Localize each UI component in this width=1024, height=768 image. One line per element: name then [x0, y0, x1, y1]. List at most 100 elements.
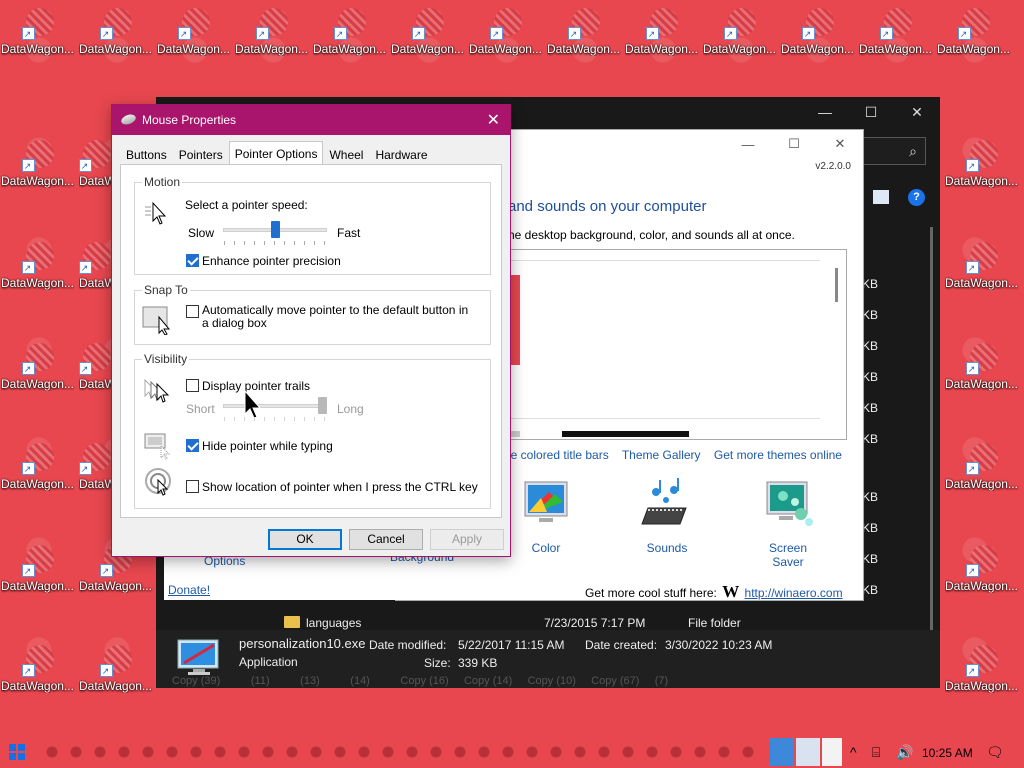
tray-chevron-icon[interactable]: ^	[850, 744, 857, 760]
enhance-precision-checkbox[interactable]	[186, 254, 199, 267]
desktop-icon[interactable]: ↗ DataWagon... (26)	[1, 443, 75, 491]
desktop-icon[interactable]: ↗ DataWagon... (26)	[1, 645, 75, 693]
date-created-label: Date created:	[585, 638, 658, 652]
desktop-icon[interactable]: ↗ DataWagon... (8)	[781, 8, 855, 56]
tab-wheel[interactable]: Wheel	[323, 143, 369, 165]
desktop-icon[interactable]: ↗ DataWagon... - Copy (87)	[945, 443, 1019, 491]
search-box[interactable]: ⌕	[858, 137, 926, 165]
desktop-icon[interactable]: ↗ DataWagon... - Copy (64)	[469, 8, 543, 56]
theme-gallery-link[interactable]: Theme Gallery	[622, 448, 701, 462]
network-icon[interactable]: ⌸	[872, 744, 880, 761]
taskbar-clock[interactable]: 10:25 AM	[922, 746, 973, 760]
snap-to-checkbox[interactable]	[186, 305, 199, 318]
shortcut-icon: ↗	[22, 343, 54, 375]
desktop-icon[interactable]: ↗ DataWagon... - Copy (50)	[157, 8, 231, 56]
version-label: v2.2.0.0	[815, 161, 851, 172]
file-size: KB	[862, 401, 879, 415]
minimize-button[interactable]: —	[725, 130, 771, 158]
cancel-button[interactable]: Cancel	[349, 529, 423, 550]
pointer-speed-icon	[145, 201, 167, 225]
motion-label: Motion	[142, 175, 183, 189]
notification-icon[interactable]: 🗨	[986, 744, 1004, 761]
desktop-icon[interactable]: ↗ DataWa... (	[79, 242, 111, 290]
desktop-icon[interactable]: ↗ DataWagon... - Copy (44)	[1, 242, 75, 290]
enhance-precision-label[interactable]: Enhance pointer precision	[202, 254, 341, 268]
preview-scrollbar[interactable]	[835, 268, 838, 302]
desktop-icon[interactable]: ↗ DataWagon... (20)	[79, 645, 153, 693]
shortcut-icon: ↗	[79, 443, 111, 475]
desktop-icon[interactable]: ↗ DataWagon... (3)	[945, 645, 1019, 693]
desktop-icon-label: DataWagon... (6)	[859, 42, 933, 56]
sounds-icon	[641, 478, 687, 525]
scrollbar[interactable]	[930, 227, 933, 637]
slow-label: Slow	[188, 226, 215, 240]
desktop-icon[interactable]: ↗ DataWagon... - Copy (45)	[1, 343, 75, 391]
desktop-icon[interactable]: ↗ DataWa... - Co	[79, 443, 111, 491]
ctrl-locate-icon	[145, 468, 171, 496]
dialog-titlebar[interactable]: Mouse Properties ✕	[112, 105, 510, 135]
desktop-icon-label: DataWagon... - Copy (87)	[945, 477, 1019, 491]
desktop-icon[interactable]: ↗ DataWagon... - Copy (85)	[937, 8, 1011, 56]
tab-pointer-options[interactable]: Pointer Options	[228, 141, 324, 165]
view-toggle-icon[interactable]	[873, 190, 889, 204]
screen-saver-tile[interactable]: Screen Saver	[752, 478, 824, 569]
desktop-icon[interactable]: ↗ DataWagon... (14)	[547, 8, 621, 56]
desktop-icon[interactable]: ↗ DataWagon... - Copy (88)	[945, 545, 1019, 593]
desktop-icon[interactable]: ↗ DataWagon... - Copy (86)	[945, 140, 1019, 188]
windows-start-icon[interactable]	[9, 744, 25, 760]
desktop-icon[interactable]: ↗ DataWagon... - Copy (91)	[1, 8, 75, 56]
taskbar-app-mouse[interactable]	[796, 738, 820, 766]
theme-preview[interactable]	[510, 249, 847, 440]
shortcut-icon: ↗	[79, 242, 111, 274]
maximize-button[interactable]: ☐	[848, 97, 894, 127]
trail-length-track	[223, 404, 327, 408]
sounds-tile[interactable]: Sounds	[634, 478, 700, 555]
desktop-icon-label: DataWagon... (24)	[313, 42, 387, 56]
close-icon[interactable]: ✕	[487, 110, 500, 130]
maximize-button[interactable]: ☐	[771, 130, 817, 158]
ctrl-locate-checkbox[interactable]	[186, 480, 199, 493]
desktop-icon[interactable]: ↗ DataWagon... (8)	[945, 242, 1019, 290]
desktop-icon[interactable]: ↗ DataWagon... (6)	[859, 8, 933, 56]
ctrl-locate-label[interactable]: Show location of pointer when I press th…	[202, 480, 478, 494]
taskbar-app-personalization[interactable]	[770, 738, 794, 766]
snap-to-icon	[142, 306, 171, 335]
desktop-icon[interactable]: ↗ DataWagon... (16)	[625, 8, 699, 56]
hide-pointer-checkbox[interactable]	[186, 439, 199, 452]
colored-title-bars-link[interactable]: le colored title bars	[508, 448, 609, 462]
pointer-trails-checkbox[interactable]	[186, 379, 199, 392]
desktop-icon[interactable]: ↗ DataWagon... (2)	[945, 343, 1019, 391]
desktop-icon[interactable]: ↗ DataWagon... (12)	[703, 8, 777, 56]
hide-pointer-label[interactable]: Hide pointer while typing	[202, 439, 333, 453]
desktop-icon-label: DataWagon... - Copy (64)	[469, 42, 543, 56]
minimize-button[interactable]: —	[802, 97, 848, 127]
apply-button[interactable]: Apply	[430, 529, 504, 550]
file-size: KB	[862, 552, 879, 566]
desktop-icon-label: DataWagon... - Copy (46)	[1, 579, 75, 593]
donate-link[interactable]: Donate!	[168, 583, 210, 597]
taskbar-app-blank[interactable]	[822, 738, 842, 766]
desktop-icon[interactable]: ↗ DataWagon... - Copy (47)	[79, 8, 153, 56]
desktop-icon[interactable]: ↗ DataWagon... - Copy (46)	[1, 545, 75, 593]
pointer-speed-slider[interactable]	[270, 221, 280, 238]
color-tile[interactable]: Color	[516, 478, 576, 555]
close-button[interactable]: ✕	[894, 97, 940, 127]
desktop-icon[interactable]: ↗ DataWa... (	[79, 140, 111, 188]
ok-button[interactable]: OK	[268, 529, 342, 550]
volume-icon[interactable]: 🔊	[896, 744, 913, 761]
tab-pointers[interactable]: Pointers	[173, 143, 229, 165]
file-date: 7/23/2015 7:17 PM	[544, 616, 646, 630]
desktop-icon[interactable]: ↗ DataWagon... (25)	[1, 140, 75, 188]
tab-buttons[interactable]: Buttons	[120, 143, 173, 165]
close-button[interactable]: ✕	[817, 130, 863, 158]
fast-label: Fast	[337, 226, 361, 240]
more-themes-link[interactable]: Get more themes online	[714, 448, 842, 462]
tab-hardware[interactable]: Hardware	[369, 143, 433, 165]
snap-to-text[interactable]: Automatically move pointer to the defaul…	[202, 304, 472, 330]
desktop-icon[interactable]: ↗ DataWagon... (22)	[235, 8, 309, 56]
help-icon[interactable]: ?	[908, 189, 925, 206]
desktop-icon[interactable]: ↗ DataWagon... (18)	[391, 8, 465, 56]
desktop-icon[interactable]: ↗ DataWa... - Co	[79, 343, 111, 391]
desktop-icon[interactable]: ↗ DataWagon... (24)	[313, 8, 387, 56]
winaero-link[interactable]: http://winaero.com	[745, 586, 843, 600]
